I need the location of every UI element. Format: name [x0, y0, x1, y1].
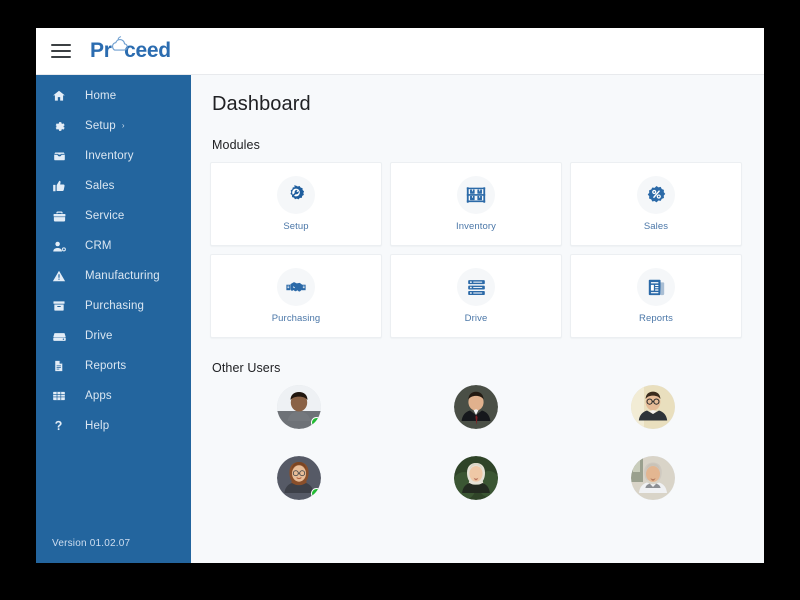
- module-label: Purchasing: [272, 313, 321, 324]
- user-item[interactable]: [277, 385, 321, 434]
- sidebar-item-inventory[interactable]: Inventory: [36, 141, 191, 171]
- gear-wrench-icon: [277, 176, 315, 214]
- sidebar-item-purchasing[interactable]: Purchasing: [36, 291, 191, 321]
- sidebar-item-label: Manufacturing: [85, 270, 160, 282]
- user-item[interactable]: [631, 385, 675, 434]
- page-title: Dashboard: [212, 93, 742, 116]
- avatar: [631, 385, 675, 429]
- user-item[interactable]: [454, 456, 498, 505]
- document-report-icon: [637, 268, 675, 306]
- archive-icon: [52, 299, 72, 313]
- thumbs-up-icon: [52, 179, 72, 193]
- application-window: Pr o ceed Home Setup › Inventory Sales Servic…: [36, 28, 764, 563]
- sidebar-item-label: Drive: [85, 330, 113, 342]
- sidebar-item-help[interactable]: Help: [36, 411, 191, 441]
- module-card-setup[interactable]: Setup: [210, 162, 382, 246]
- module-label: Drive: [465, 313, 488, 324]
- sidebar-item-label: Home: [85, 90, 116, 102]
- toolbox-icon: [52, 209, 72, 224]
- brand-name-right: ceed: [124, 39, 171, 63]
- sidebar-item-label: Service: [85, 210, 124, 222]
- sidebar-item-home[interactable]: Home: [36, 81, 191, 111]
- sidebar-item-label: CRM: [85, 240, 112, 252]
- sidebar-item-sales[interactable]: Sales: [36, 171, 191, 201]
- server-stack-icon: [457, 268, 495, 306]
- cloud-icon: [110, 35, 129, 52]
- module-label: Inventory: [456, 221, 496, 232]
- file-text-icon: [52, 359, 72, 373]
- module-label: Sales: [644, 221, 668, 232]
- avatar: [454, 456, 498, 500]
- sidebar-navigation: Home Setup › Inventory Sales Service CRM Manufa…: [36, 75, 191, 563]
- modules-grid: Setup Inventory Sales Purchasing Drive Report…: [210, 162, 742, 338]
- avatar: [454, 385, 498, 429]
- sidebar-item-service[interactable]: Service: [36, 201, 191, 231]
- inbox-icon: [52, 149, 72, 164]
- module-card-drive[interactable]: Drive: [390, 254, 562, 338]
- home-icon: [52, 89, 72, 103]
- user-item[interactable]: [454, 385, 498, 434]
- sidebar-item-reports[interactable]: Reports: [36, 351, 191, 381]
- sidebar-item-drive[interactable]: Drive: [36, 321, 191, 351]
- module-label: Reports: [639, 313, 673, 324]
- sidebar-item-label: Apps: [85, 390, 112, 402]
- gear-icon: [52, 120, 72, 133]
- warning-icon: [52, 269, 72, 283]
- sidebar-item-label: Sales: [85, 180, 115, 192]
- user-plus-icon: [52, 239, 72, 254]
- user-item[interactable]: [277, 456, 321, 505]
- users-section-title: Other Users: [212, 361, 742, 375]
- top-app-bar: Pr o ceed: [36, 28, 764, 75]
- window-body: Home Setup › Inventory Sales Service CRM Manufa…: [36, 75, 764, 563]
- brand-logo[interactable]: Pr o ceed: [90, 39, 171, 63]
- avatar: [631, 456, 675, 500]
- sidebar-nav-list: Home Setup › Inventory Sales Service CRM Manufa…: [36, 75, 191, 538]
- user-item[interactable]: [631, 456, 675, 505]
- warehouse-rack-icon: [457, 176, 495, 214]
- online-status-badge: [311, 417, 321, 428]
- sidebar-item-crm[interactable]: CRM: [36, 231, 191, 261]
- avatar: [277, 456, 321, 500]
- sidebar-item-label: Help: [85, 420, 109, 432]
- hamburger-menu-icon[interactable]: [49, 39, 73, 63]
- sidebar-item-apps[interactable]: Apps: [36, 381, 191, 411]
- grid-icon: [52, 389, 72, 403]
- sidebar-item-setup[interactable]: Setup ›: [36, 111, 191, 141]
- avatar: [277, 385, 321, 429]
- version-label: Version 01.02.07: [36, 538, 191, 563]
- question-mark-icon: [52, 419, 72, 433]
- online-status-badge: [311, 488, 321, 499]
- module-card-inventory[interactable]: Inventory: [390, 162, 562, 246]
- module-card-reports[interactable]: Reports: [570, 254, 742, 338]
- users-grid: [210, 385, 742, 505]
- handshake-icon: [277, 268, 315, 306]
- module-card-purchasing[interactable]: Purchasing: [210, 254, 382, 338]
- main-content: Dashboard Modules Setup Inventory Sales Pur…: [191, 75, 764, 563]
- sidebar-item-label: Inventory: [85, 150, 134, 162]
- brand-name-left: Pr: [90, 39, 112, 63]
- module-card-sales[interactable]: Sales: [570, 162, 742, 246]
- percent-badge-icon: [637, 176, 675, 214]
- sidebar-item-manufacturing[interactable]: Manufacturing: [36, 261, 191, 291]
- sidebar-item-label: Setup: [85, 120, 116, 132]
- harddrive-icon: [52, 329, 72, 344]
- module-label: Setup: [283, 221, 308, 232]
- sidebar-item-label: Reports: [85, 360, 126, 372]
- sidebar-item-label: Purchasing: [85, 300, 144, 312]
- chevron-right-icon: ›: [122, 122, 125, 130]
- modules-section-title: Modules: [212, 138, 742, 152]
